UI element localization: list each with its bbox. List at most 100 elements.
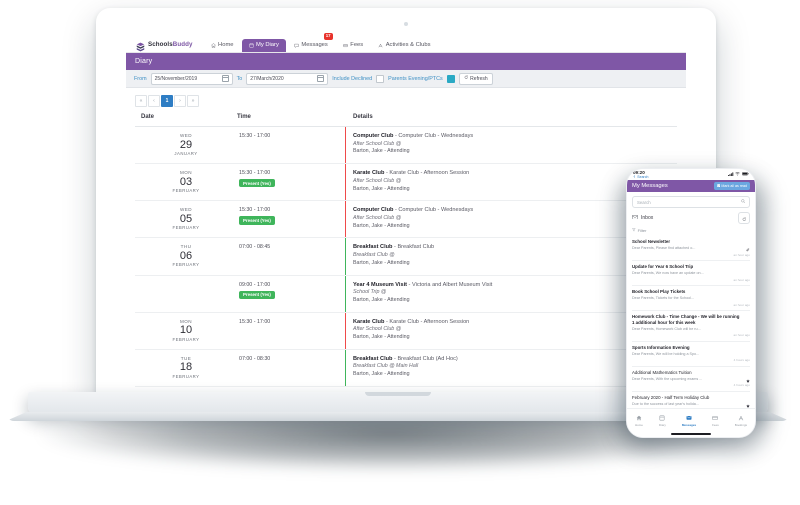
phone-filter-row[interactable]: Filter xyxy=(632,228,750,233)
table-row[interactable]: WED 29 JANUARY 15:30 - 17:00 Computer Club -… xyxy=(135,126,677,165)
phone-nav-diary[interactable]: Diary xyxy=(659,415,666,427)
pagination-next[interactable]: › xyxy=(174,95,186,107)
messages-icon xyxy=(686,415,692,422)
message-list-item[interactable]: Homework Club - Time Change - We will be… xyxy=(632,311,750,342)
row-date-cell: TUE 18 FEBRUARY xyxy=(135,349,237,388)
row-title-rest: - Victoria and Albert Museum Visit xyxy=(407,281,493,288)
parents-evening-checkbox[interactable] xyxy=(446,74,455,83)
row-time-cell: 07:00 - 08:30 xyxy=(237,349,345,388)
attendance-badge: Present (Yes) xyxy=(239,290,275,299)
phone-folder-row: Inbox xyxy=(632,212,750,224)
message-preview: Dear Parents, Please find attached o... xyxy=(632,246,696,251)
nav-item-my-diary[interactable]: My Diary xyxy=(241,39,286,52)
row-time: 07:00 - 08:45 xyxy=(239,244,271,251)
refresh-button[interactable]: Refresh xyxy=(458,72,493,85)
phone-search-input[interactable]: Search xyxy=(632,196,750,208)
phone-nav-messages[interactable]: Messages xyxy=(682,415,696,427)
row-title-rest: - Computer Club - Wednesdays xyxy=(393,207,474,214)
home-icon xyxy=(636,415,642,422)
table-row[interactable]: TUE 18 FEBRUARY 07:00 - 08:30 Breakfast Club… xyxy=(135,349,677,388)
table-header-row: Date Time Details xyxy=(135,114,677,127)
phone-nav-bookings-label: Bookings xyxy=(734,423,748,428)
status-search-note: Search xyxy=(633,175,648,179)
pagination-first[interactable]: « xyxy=(135,95,147,107)
phone-nav-home-label: Home xyxy=(634,423,643,428)
signal-icon xyxy=(727,172,734,177)
message-list-item[interactable]: Update for Year 6 School Trip Dear Parent… xyxy=(632,261,750,286)
diary-icon xyxy=(248,43,254,48)
mark-all-as-read-button[interactable]: Mark all as read xyxy=(713,182,750,190)
include-declined-checkbox[interactable] xyxy=(376,74,385,83)
bookings-icon xyxy=(738,415,744,422)
table-row[interactable]: 09:00 - 17:00 Present (Yes) Year 4 Museum … xyxy=(135,275,677,313)
phone-app-header: My Messages Mark all as read xyxy=(627,180,755,192)
phone-bottom-nav: Home Diary Messages Fees Bookings xyxy=(627,408,755,437)
pagination-last[interactable]: » xyxy=(187,95,199,107)
phone-status-bar: 09:20 Search xyxy=(627,169,755,180)
from-date-input[interactable]: 25/November/2019 xyxy=(150,72,233,85)
webcam-icon xyxy=(404,22,408,26)
row-title-rest: - Breakfast Club (Ad Hoc) xyxy=(392,355,458,362)
attachment-icon xyxy=(746,239,750,257)
message-time: an hour ago xyxy=(733,302,750,307)
calendar-icon xyxy=(317,75,325,82)
phone-refresh-button[interactable] xyxy=(738,212,750,224)
envelope-icon xyxy=(632,214,638,222)
nav-item-home[interactable]: Home xyxy=(204,39,241,52)
schoolsbuddy-logo-icon xyxy=(136,39,145,52)
refresh-icon xyxy=(742,209,747,227)
table-row[interactable]: MON 03 FEBRUARY 15:30 - 17:00 Present (Yes) K… xyxy=(135,163,677,202)
check-square-icon xyxy=(716,184,720,188)
nav-item-messages-label: Messages xyxy=(301,42,328,48)
brand-text: SchoolsBuddy xyxy=(148,40,193,48)
nav-item-activities-clubs[interactable]: Activities & Clubs xyxy=(371,39,437,52)
row-day: 03 xyxy=(179,175,193,188)
inbox-label: Inbox xyxy=(641,215,654,221)
message-list-item[interactable]: Sports Information Evening Dear Parents, … xyxy=(632,342,750,367)
row-time-cell: 07:00 - 08:45 xyxy=(237,237,345,276)
message-time: an hour ago xyxy=(733,333,750,338)
message-list-item[interactable]: Book School Play Tickets Dear Parents, Ti… xyxy=(632,286,750,311)
inbox-selector[interactable]: Inbox xyxy=(632,214,654,222)
row-time-cell: 15:30 - 17:00 xyxy=(237,312,345,350)
column-header-time: Time xyxy=(237,114,345,127)
row-title-bold: Computer Club xyxy=(353,207,394,214)
phone-nav-home[interactable]: Home xyxy=(635,415,643,427)
pagination-prev[interactable]: ‹ xyxy=(148,95,160,107)
message-list-item[interactable]: Additional Mathematics Tuition Dear Paren… xyxy=(632,367,750,392)
row-date-cell: MON 03 FEBRUARY xyxy=(135,163,237,202)
wifi-icon xyxy=(735,172,741,177)
star-icon[interactable] xyxy=(746,370,750,388)
to-date-value: 27/March/2020 xyxy=(250,75,284,82)
row-time: 15:30 - 17:00 xyxy=(239,207,271,214)
page-title: Diary xyxy=(126,53,686,70)
row-title-rest: - Breakfast Club xyxy=(392,244,435,251)
message-list-item[interactable]: School Newsletter Dear Parents, Please fi… xyxy=(632,236,750,261)
nav-item-fees[interactable]: Fees xyxy=(336,39,370,52)
row-date-cell: WED 29 JANUARY xyxy=(135,126,237,165)
fees-icon xyxy=(712,415,719,422)
row-month: JANUARY xyxy=(174,151,198,156)
funnel-icon xyxy=(632,228,636,233)
parents-evening-label: Parents Evening/PTCs xyxy=(388,75,443,82)
brand-logo[interactable]: SchoolsBuddy xyxy=(134,39,203,52)
table-row[interactable]: MON 10 FEBRUARY 15:30 - 17:00 Karate Club - … xyxy=(135,312,677,350)
row-title-bold: Breakfast Club xyxy=(353,244,393,251)
row-time: 15:30 - 17:00 xyxy=(239,170,271,177)
row-month: FEBRUARY xyxy=(172,262,200,268)
row-weekday: MON xyxy=(179,318,193,324)
phone-nav-bookings[interactable]: Bookings xyxy=(735,415,747,427)
to-date-input[interactable]: 27/March/2020 xyxy=(246,72,329,85)
nav-item-messages[interactable]: 17 Messages xyxy=(287,33,335,52)
message-list: School Newsletter Dear Parents, Please fi… xyxy=(632,236,750,413)
table-row[interactable]: WED 05 FEBRUARY 15:30 - 17:00 Present (Yes) C… xyxy=(135,200,677,239)
message-time: an hour ago xyxy=(733,277,750,282)
message-title: February 2020 - Half Term Holiday Club xyxy=(632,394,710,400)
diary-table: Date Time Details WED 29 JANUARY 15:30 - 17… xyxy=(135,114,677,388)
pagination-page-1[interactable]: 1 xyxy=(161,95,173,107)
message-preview: Dear Parents, We now have an update on..… xyxy=(632,271,704,276)
table-row[interactable]: THU 06 FEBRUARY 07:00 - 08:45 Breakfast Club… xyxy=(135,237,677,276)
row-time-cell: 15:30 - 17:00 Present (Yes) xyxy=(237,200,345,239)
phone-nav-fees[interactable]: Fees xyxy=(712,415,719,427)
attendance-badge: Present (Yes) xyxy=(239,216,275,225)
